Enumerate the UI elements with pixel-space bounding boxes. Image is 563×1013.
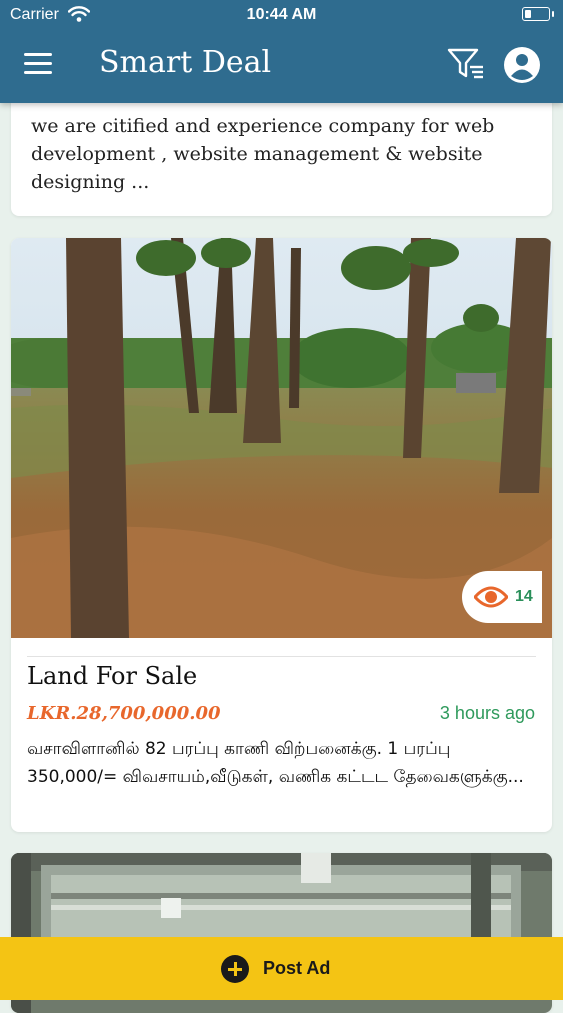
filter-icon[interactable] [446, 46, 486, 82]
menu-icon[interactable] [24, 53, 52, 75]
eye-icon [474, 586, 508, 608]
status-time: 10:44 AM [246, 6, 317, 23]
status-bar: Carrier 10:44 AM [0, 0, 563, 30]
listing-time-ago: 3 hours ago [439, 703, 535, 723]
views-count: 14 [515, 588, 533, 605]
divider [27, 656, 536, 657]
post-ad-bar[interactable]: Post Ad [0, 937, 563, 1000]
views-badge: 14 [462, 571, 542, 623]
listing-price: LKR.28,700,000.00 [27, 703, 221, 724]
account-icon[interactable] [503, 46, 541, 84]
app-title: Smart Deal [99, 45, 272, 80]
listing-title: Land For Sale [27, 662, 198, 690]
post-ad-label: Post Ad [263, 958, 331, 978]
listing-description: we are citified and experience company f… [31, 115, 495, 193]
plus-circle-icon [221, 955, 249, 983]
listing-description: வசாவிளானில் 82 பரப்பு காணி விற்பனைக்கு. … [27, 739, 524, 787]
listing-card[interactable]: 14 Land For Sale LKR.28,700,000.00 3 hou… [11, 238, 552, 832]
battery-icon [522, 7, 554, 21]
app-header: Carrier 10:44 AM Smart Deal [0, 0, 563, 103]
